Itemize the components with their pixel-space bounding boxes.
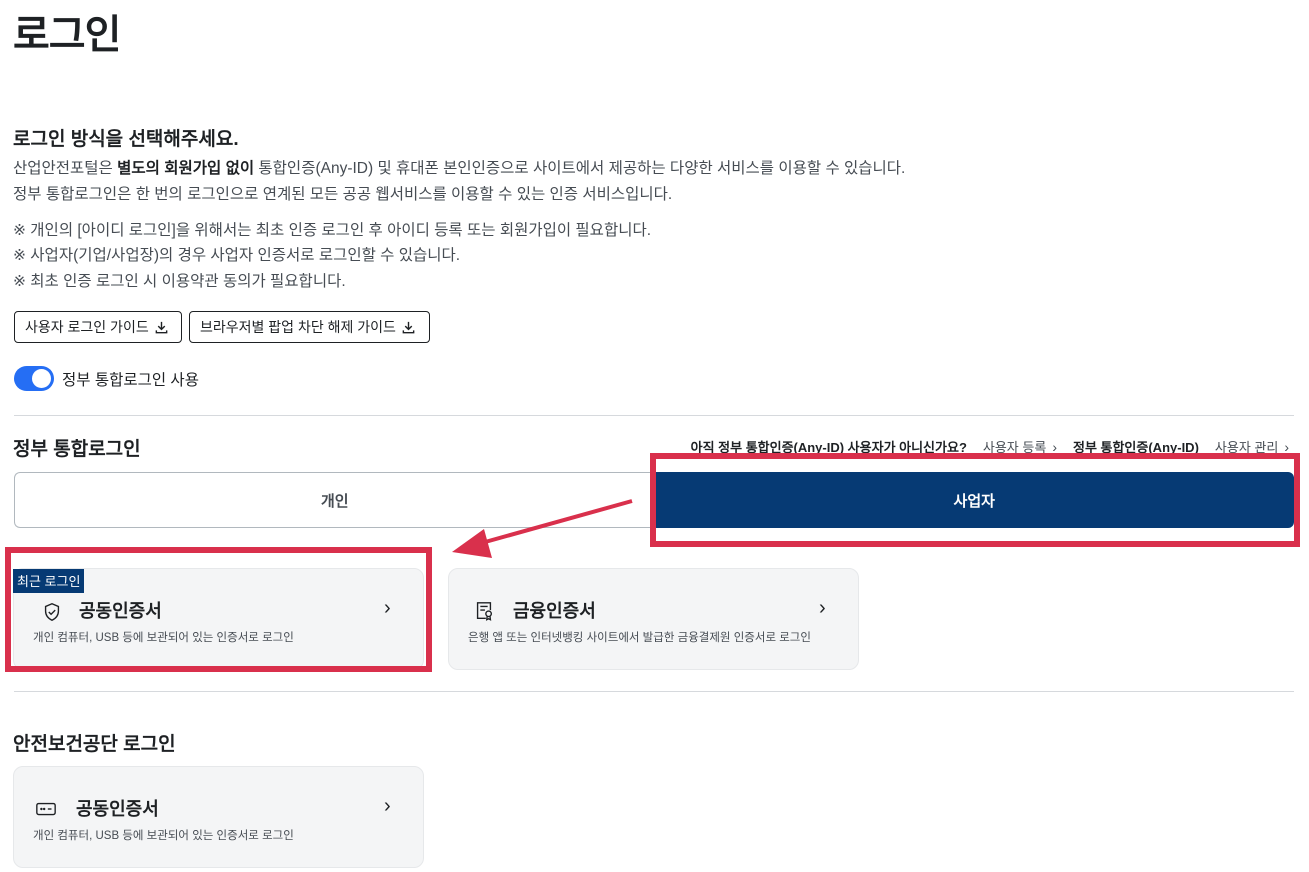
- intro-line-2: 정부 통합로그인은 한 번의 로그인으로 연계된 모든 공공 웹서비스를 이용할…: [13, 186, 673, 203]
- intro-heading: 로그인 방식을 선택해주세요.: [13, 129, 239, 150]
- chevron-right-icon: ›: [1052, 438, 1057, 455]
- user-login-guide-button[interactable]: 사용자 로그인 가이드: [14, 311, 182, 343]
- intro-line-1-suffix: 통합인증(Any-ID) 및 휴대폰 본인인증으로 사이트에서 제공하는 다양한…: [254, 160, 906, 177]
- card-title: 공동인증서: [79, 601, 162, 621]
- register-user-link[interactable]: 사용자 등록 ›: [983, 437, 1057, 456]
- login-type-tabs: 개인 사업자: [14, 472, 1294, 528]
- download-icon: [155, 321, 168, 333]
- note-3: ※ 최초 인증 로그인 시 이용약관 동의가 필요합니다.: [13, 273, 346, 290]
- card-description: 개인 컴퓨터, USB 등에 보관되어 있는 인증서로 로그인: [33, 632, 294, 644]
- shield-check-icon: [44, 603, 60, 622]
- chevron-right-icon: ›: [1284, 438, 1289, 455]
- intro-line-1-bold: 별도의 회원가입 없이: [117, 160, 255, 177]
- kosha-joint-certificate-card[interactable]: 공동인증서 개인 컴퓨터, USB 등에 보관되어 있는 인증서로 로그인 ›: [13, 766, 424, 868]
- section-divider: [14, 415, 1294, 416]
- popup-unblock-guide-label: 브라우저별 팝업 차단 해제 가이드: [200, 319, 396, 335]
- recent-login-badge: 최근 로그인: [13, 569, 85, 593]
- any-id-label: 정부 통합인증(Any-ID): [1072, 440, 1199, 455]
- chevron-right-icon: ›: [384, 795, 391, 817]
- toggle-knob: [32, 369, 51, 388]
- gov-login-toggle-label: 정부 통합로그인 사용: [62, 372, 199, 389]
- card-reader-icon: [36, 802, 56, 816]
- page-title: 로그인: [13, 13, 121, 57]
- manage-user-label: 사용자 관리: [1214, 440, 1279, 455]
- section-divider: [14, 691, 1294, 692]
- user-login-guide-label: 사용자 로그인 가이드: [25, 319, 149, 335]
- tab-individual[interactable]: 개인: [14, 472, 655, 528]
- chevron-right-icon: ›: [819, 597, 826, 619]
- popup-unblock-guide-button[interactable]: 브라우저별 팝업 차단 해제 가이드: [189, 311, 430, 343]
- tab-business[interactable]: 사업자: [654, 472, 1294, 528]
- gov-login-toggle[interactable]: [14, 366, 54, 391]
- gov-login-section-title: 정부 통합로그인: [13, 439, 141, 460]
- certificate-icon: [476, 602, 493, 621]
- note-1: ※ 개인의 [아이디 로그인]을 위해서는 최초 인증 로그인 후 아이디 등록…: [13, 222, 652, 239]
- note-2: ※ 사업자(기업/사업장)의 경우 사업자 인증서로 로그인할 수 있습니다.: [13, 247, 461, 264]
- card-title: 공동인증서: [76, 799, 159, 819]
- intro-line-1: 산업안전포털은 별도의 회원가입 없이 통합인증(Any-ID) 및 휴대폰 본…: [13, 156, 905, 178]
- chevron-right-icon: ›: [384, 597, 391, 619]
- card-description: 은행 앱 또는 인터넷뱅킹 사이트에서 발급한 금융결제원 인증서로 로그인: [468, 632, 811, 644]
- card-description: 개인 컴퓨터, USB 등에 보관되어 있는 인증서로 로그인: [33, 830, 294, 842]
- manage-user-link[interactable]: 사용자 관리 ›: [1215, 437, 1289, 456]
- intro-line-1-prefix: 산업안전포털은: [13, 160, 118, 177]
- financial-certificate-card[interactable]: 금융인증서 은행 앱 또는 인터넷뱅킹 사이트에서 발급한 금융결제원 인증서로…: [448, 568, 859, 670]
- any-id-links: 아직 정부 통합인증(Any-ID) 사용자가 아니신가요? 사용자 등록 › 정…: [691, 437, 1289, 456]
- kosha-login-section-title: 안전보건공단 로그인: [13, 734, 176, 755]
- register-user-label: 사용자 등록: [982, 440, 1047, 455]
- download-icon: [402, 321, 415, 333]
- card-title: 금융인증서: [513, 601, 596, 621]
- any-id-question: 아직 정부 통합인증(Any-ID) 사용자가 아니신가요?: [690, 440, 967, 455]
